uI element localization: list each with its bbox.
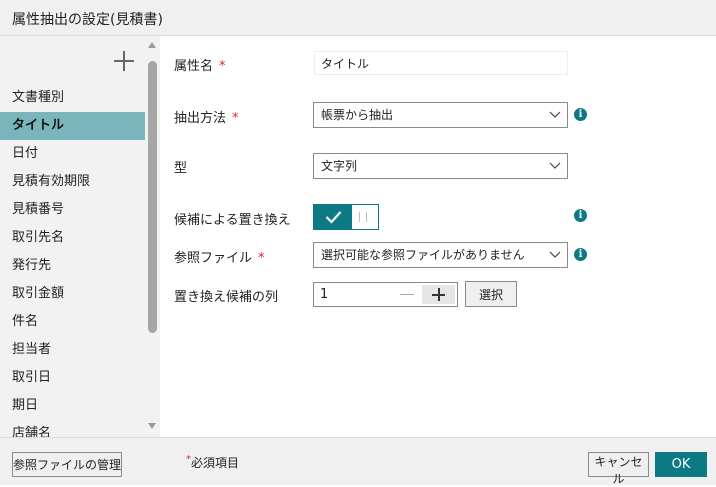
toggle-grip-icon xyxy=(359,212,367,222)
required-mark: * xyxy=(258,251,265,266)
add-attribute-plus-icon[interactable] xyxy=(113,50,135,72)
chevron-down-icon xyxy=(549,111,561,118)
attribute-item-subject[interactable]: 件名 xyxy=(0,308,145,336)
type-label: 型 xyxy=(174,157,187,176)
attr-name-input[interactable] xyxy=(314,51,568,75)
attr-name-label-text: 属性名 xyxy=(174,59,214,74)
attribute-item-transaction-date[interactable]: 取引日 xyxy=(0,364,145,392)
replace-column-label: 置き換え候補の列 xyxy=(174,286,278,305)
extraction-method-label-text: 抽出方法 xyxy=(174,111,227,126)
extraction-method-info-icon[interactable]: i xyxy=(574,108,587,121)
type-value: 文字列 xyxy=(321,159,358,173)
dialog-footer: 参照ファイルの管理 *必須項目 キャンセル OK xyxy=(0,437,716,486)
required-note-text: 必須項目 xyxy=(191,456,240,470)
attribute-item-client-name[interactable]: 取引先名 xyxy=(0,224,145,252)
replace-column-value[interactable]: 1 xyxy=(320,287,328,302)
toggle-on-segment xyxy=(314,205,352,229)
attribute-item-store-name[interactable]: 店舗名 xyxy=(0,420,145,437)
check-icon xyxy=(325,211,342,224)
settings-panel: 属性名 * 抽出方法 * 帳票から抽出 i 型 文字列 候補による置き換え i 参照… xyxy=(160,36,716,437)
reference-file-label: 参照ファイル * xyxy=(174,247,265,266)
reference-file-select[interactable]: 選択可能な参照ファイルがありません xyxy=(313,242,568,268)
required-mark: * xyxy=(232,111,239,126)
attr-name-label: 属性名 * xyxy=(174,55,226,74)
decrement-minus-icon[interactable] xyxy=(392,286,422,303)
required-mark: * xyxy=(219,59,226,74)
attribute-item-due-date[interactable]: 期日 xyxy=(0,392,145,420)
select-column-button[interactable]: 選択 xyxy=(465,281,517,307)
window-title: 属性抽出の設定(見積書) xyxy=(12,12,163,28)
scroll-up-arrow-icon[interactable] xyxy=(148,42,156,48)
candidate-replace-label-text: 候補による置き換え xyxy=(174,213,291,228)
reference-file-info-icon[interactable]: i xyxy=(574,248,587,261)
extraction-method-select[interactable]: 帳票から抽出 xyxy=(313,102,568,128)
replace-column-stepper[interactable]: 1 xyxy=(313,282,458,307)
cancel-button[interactable]: キャンセル xyxy=(588,452,649,486)
chevron-down-icon xyxy=(549,162,561,169)
sidebar-scrollbar[interactable] xyxy=(145,36,160,437)
ok-button[interactable]: OK xyxy=(655,452,707,477)
title-bar: 属性抽出の設定(見積書) xyxy=(0,0,716,36)
increment-plus-icon[interactable] xyxy=(422,285,455,304)
attribute-item-date[interactable]: 日付 xyxy=(0,140,145,168)
attribute-item-document-type[interactable]: 文書種別 xyxy=(0,84,145,112)
attribute-list: 文書種別 タイトル 日付 見積有効期限 見積番号 取引先名 発行先 取引金額 件… xyxy=(0,84,145,437)
scroll-thumb[interactable] xyxy=(148,61,157,333)
candidate-replace-toggle[interactable] xyxy=(313,204,379,230)
attribute-item-quote-number[interactable]: 見積番号 xyxy=(0,196,145,224)
attribute-sidebar: 文書種別 タイトル 日付 見積有効期限 見積番号 取引先名 発行先 取引金額 件… xyxy=(0,36,145,437)
type-select[interactable]: 文字列 xyxy=(313,153,568,179)
manage-reference-files-button[interactable]: 参照ファイルの管理 xyxy=(12,452,122,477)
candidate-replace-label: 候補による置き換え xyxy=(174,209,291,228)
candidate-replace-info-icon[interactable]: i xyxy=(574,209,587,222)
extraction-method-value: 帳票から抽出 xyxy=(321,108,394,122)
attribute-item-person-in-charge[interactable]: 担当者 xyxy=(0,336,145,364)
type-label-text: 型 xyxy=(174,161,188,176)
attribute-item-quote-expiry[interactable]: 見積有効期限 xyxy=(0,168,145,196)
attribute-item-amount[interactable]: 取引金額 xyxy=(0,280,145,308)
scroll-down-arrow-icon[interactable] xyxy=(148,423,156,429)
attribute-item-recipient[interactable]: 発行先 xyxy=(0,252,145,280)
extraction-method-label: 抽出方法 * xyxy=(174,107,239,126)
reference-file-label-text: 参照ファイル xyxy=(174,251,253,266)
chevron-down-icon xyxy=(549,251,561,258)
replace-column-label-text: 置き換え候補の列 xyxy=(174,290,279,305)
required-note: *必須項目 xyxy=(186,454,239,471)
attribute-item-title[interactable]: タイトル xyxy=(0,112,145,140)
reference-file-value: 選択可能な参照ファイルがありません xyxy=(321,248,525,262)
